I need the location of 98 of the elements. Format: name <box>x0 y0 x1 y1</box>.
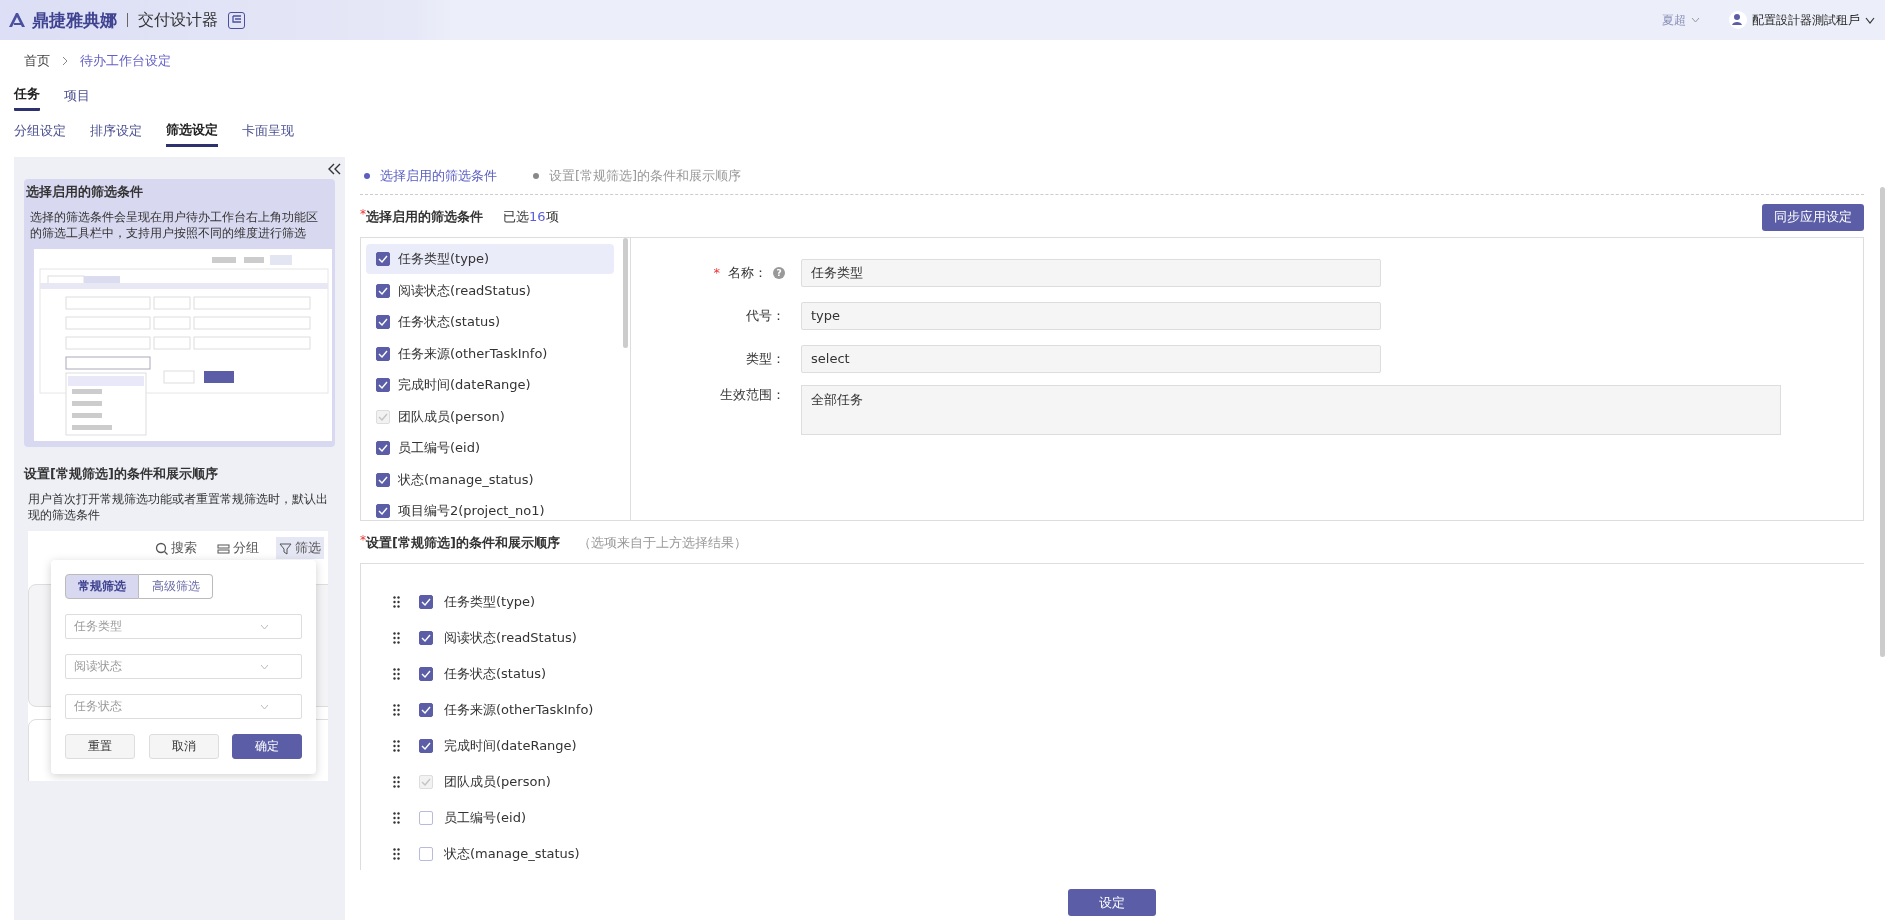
tab[interactable]: 项目 <box>64 80 90 110</box>
button[interactable]: 取消 <box>148 734 219 759</box>
checkbox[interactable] <box>376 346 390 361</box>
list-item-label: 状态(manage_status) <box>444 845 580 863</box>
checkbox[interactable] <box>419 595 433 609</box>
drag-handle-icon <box>393 632 400 644</box>
button[interactable]: 重置 <box>65 734 135 759</box>
collapse-icon <box>327 163 341 175</box>
checkbox[interactable] <box>419 703 433 717</box>
drag-handle-icon <box>393 668 400 680</box>
caret-icon <box>260 703 269 710</box>
section-title: 选择启用的筛选条件 <box>366 208 483 226</box>
drag-handle-icon <box>393 704 400 716</box>
list-item-label: 阅读状态(readStatus) <box>444 629 577 647</box>
list-item-label[interactable]: 状态(manage_status) <box>398 470 534 489</box>
list-item-label: 任务类型(type) <box>444 593 536 611</box>
tab[interactable]: 任务 <box>14 79 40 111</box>
tab[interactable]: 分组设定 <box>14 116 66 145</box>
checkbox[interactable] <box>419 739 433 753</box>
list-item-label[interactable]: 完成时间(dateRange) <box>398 376 531 394</box>
section-hint: （选项来自于上方选择结果） <box>577 534 747 552</box>
step-item[interactable]: 选择启用的筛选条件 <box>364 166 497 185</box>
drag-handle-icon <box>393 596 400 608</box>
list-icon <box>217 541 230 555</box>
guide-title: 设置[常规筛选]的条件和展示顺序 <box>24 465 219 483</box>
field-label: 名称： <box>728 263 767 282</box>
required-mark: * <box>360 533 366 547</box>
tree-icon[interactable] <box>228 11 245 29</box>
field-label: 类型： <box>746 349 785 368</box>
list-item[interactable]: 任务类型(type) <box>366 244 614 274</box>
avatar-icon <box>1729 11 1747 29</box>
submit-button[interactable]: 设定 <box>1068 889 1156 916</box>
field-label: 代号： <box>746 306 785 325</box>
dot-icon <box>533 172 539 179</box>
section-title: 设置[常规筛选]的条件和展示顺序 <box>366 534 560 552</box>
caret-icon <box>1691 17 1700 23</box>
tenant-menu[interactable]: 配置設計器測試租戶 <box>1752 11 1860 29</box>
toolbar-button[interactable]: 分组 <box>214 537 262 559</box>
checkbox[interactable] <box>376 315 390 329</box>
checkbox[interactable] <box>376 504 390 518</box>
drag-handle-icon <box>393 848 400 860</box>
drag-handle-icon <box>393 776 400 788</box>
list-item-label: 任务状态(status) <box>444 665 547 683</box>
breadcrumb-link[interactable]: 首页 <box>24 52 50 70</box>
app-title: 交付设计器 <box>138 9 218 31</box>
scrollbar[interactable] <box>1880 187 1885 657</box>
logo-icon <box>8 12 26 28</box>
tab[interactable]: 常规筛选 <box>65 574 139 599</box>
scrollbar[interactable] <box>623 238 628 348</box>
checkbox[interactable] <box>419 847 433 861</box>
drag-handle-icon <box>393 812 400 824</box>
checkbox[interactable] <box>376 472 390 487</box>
list-item-label: 任务来源(otherTaskInfo) <box>444 701 594 719</box>
guide-title: 选择启用的筛选条件 <box>26 183 144 201</box>
input-field[interactable]: 任务类型 <box>801 258 1381 287</box>
text-area[interactable]: 全部任务 <box>801 385 1781 435</box>
logo-text: 鼎捷雅典娜 <box>32 8 117 32</box>
list-item-label[interactable]: 任务状态(status) <box>398 313 501 331</box>
tab[interactable]: 卡面呈现 <box>242 116 294 145</box>
guide-description: 选择的筛选条件会呈现在用户待办工作台右上角功能区的筛选工具栏中，支持用户按照不同的维度进行筛选 <box>29 209 319 241</box>
search-icon <box>155 541 168 555</box>
toolbar-button[interactable]: 筛选 <box>276 537 324 559</box>
checkbox[interactable] <box>419 667 433 681</box>
caret-icon <box>1865 16 1875 24</box>
checkbox[interactable] <box>419 631 433 645</box>
required-mark: * <box>360 207 366 221</box>
required-mark: * <box>713 265 720 280</box>
list-item-label[interactable]: 项目编号2(project_no1) <box>398 502 545 520</box>
caret-icon <box>260 623 269 630</box>
input-field[interactable]: type <box>801 301 1381 330</box>
tab[interactable]: 高级筛选 <box>139 574 213 599</box>
chevron-icon <box>62 56 68 66</box>
toolbar-button[interactable]: 搜索 <box>152 537 200 559</box>
checkbox[interactable] <box>376 441 390 455</box>
list-item-label[interactable]: 任务类型(type) <box>398 250 490 268</box>
filter-icon <box>279 541 292 555</box>
field-label: 生效范围： <box>720 386 785 404</box>
list-item-label: 完成时间(dateRange) <box>444 737 577 755</box>
list-item-label[interactable]: 阅读状态(readStatus) <box>398 281 531 300</box>
tab[interactable]: 筛选设定 <box>166 114 218 147</box>
guide-description: 用户首次打开常规筛选功能或者重置常规筛选时，默认出现的筛选条件 <box>27 491 329 523</box>
checkbox[interactable] <box>376 378 390 392</box>
breadcrumb-link[interactable]: 待办工作台设定 <box>80 52 171 70</box>
checkbox[interactable] <box>419 811 433 825</box>
list-item-label: 团队成员(person) <box>444 773 551 791</box>
input-field[interactable]: select <box>801 344 1381 373</box>
tab[interactable]: 排序设定 <box>90 116 142 145</box>
list-item-label[interactable]: 员工编号(eid) <box>398 439 480 457</box>
list-item-label: 员工编号(eid) <box>444 809 526 827</box>
list-item-label[interactable]: 任务来源(otherTaskInfo) <box>398 344 548 363</box>
checkbox[interactable] <box>376 252 390 266</box>
confirm-button[interactable]: 确定 <box>232 734 302 759</box>
dot-icon <box>364 172 370 179</box>
sync-button[interactable]: 同步应用设定 <box>1762 203 1864 231</box>
caret-icon <box>260 663 269 670</box>
selected-count: 已选16项 <box>503 208 559 226</box>
drag-handle-icon <box>393 740 400 752</box>
checkbox[interactable] <box>376 283 390 298</box>
